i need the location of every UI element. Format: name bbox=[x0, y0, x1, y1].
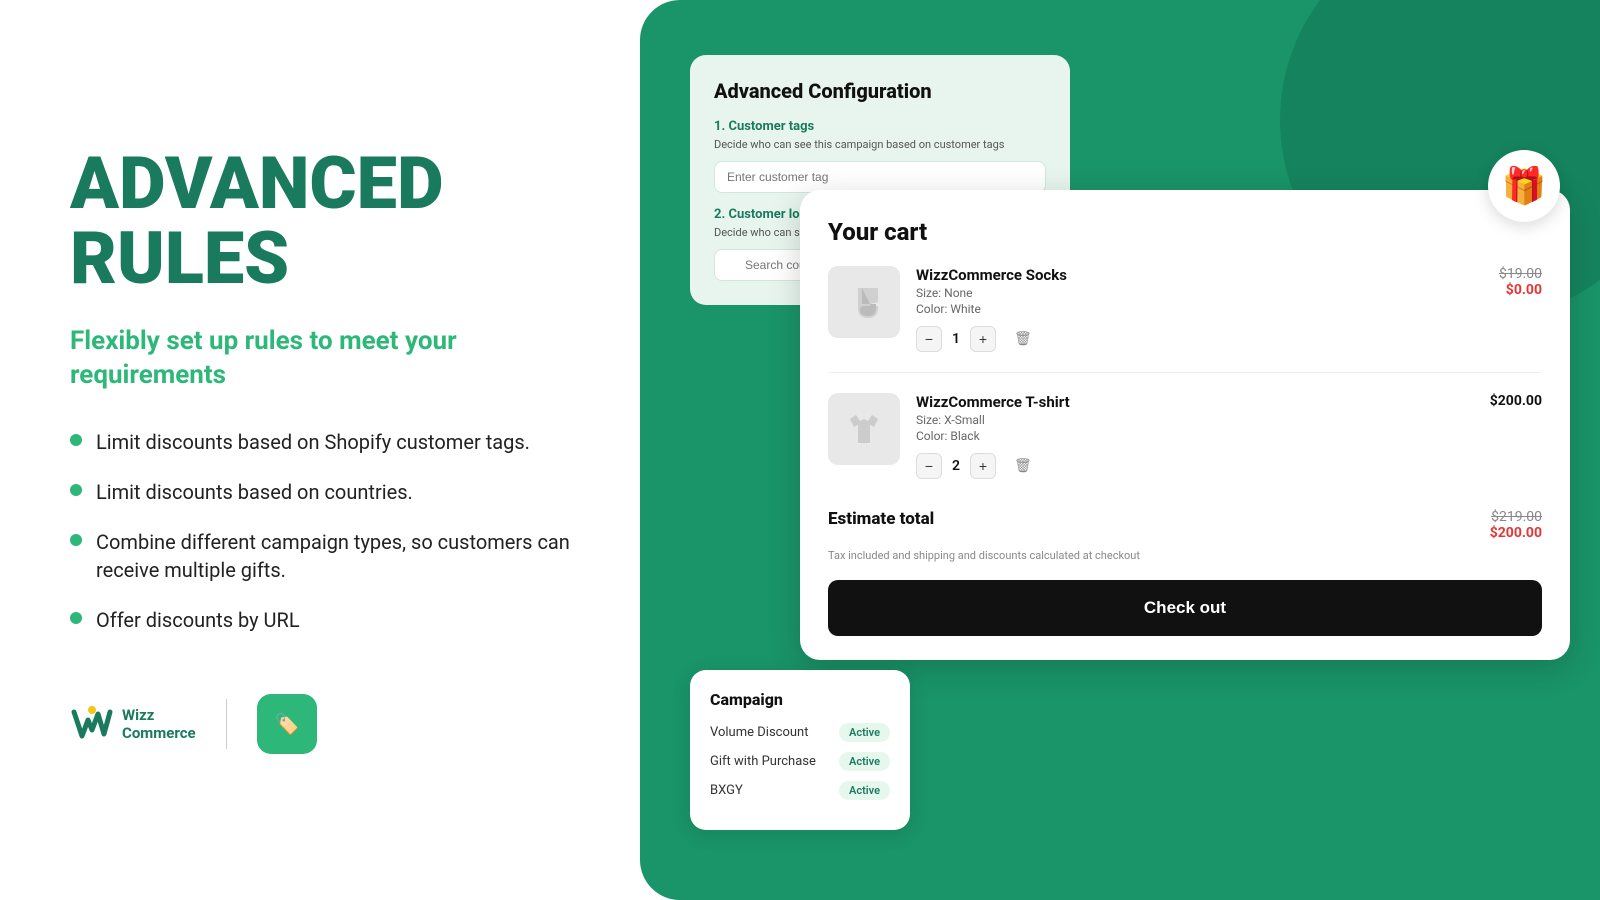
socks-name: WizzCommerce Socks bbox=[916, 266, 1483, 284]
app-icon: 🏷️ bbox=[257, 694, 317, 754]
tshirt-image bbox=[828, 393, 900, 465]
list-item: Limit discounts based on Shopify custome… bbox=[70, 428, 570, 456]
logos-section: Wizz Commerce 🏷️ bbox=[70, 694, 570, 754]
socks-size: Size: None bbox=[916, 286, 1483, 300]
tshirt-qty: − 2 + 🗑 bbox=[916, 453, 1474, 479]
campaign-card-title: Campaign bbox=[710, 690, 890, 709]
campaign-row-bxgy: BXGY Active bbox=[710, 781, 890, 800]
socks-qty: − 1 + 🗑 bbox=[916, 326, 1483, 352]
list-item: Offer discounts by URL bbox=[70, 606, 570, 634]
feature-list: Limit discounts based on Shopify custome… bbox=[70, 428, 570, 634]
socks-delete-icon[interactable]: 🗑 bbox=[1014, 331, 1032, 347]
bullet-dot bbox=[70, 534, 82, 546]
tshirt-name: WizzCommerce T-shirt bbox=[916, 393, 1474, 411]
wizzcommerce-logo: Wizz Commerce bbox=[70, 706, 196, 742]
tshirt-delete-icon[interactable]: 🗑 bbox=[1014, 458, 1032, 474]
cart-title: Your cart bbox=[828, 218, 1542, 246]
checkout-button[interactable]: Check out bbox=[828, 580, 1542, 636]
estimate-original: $219.00 bbox=[1490, 509, 1542, 525]
estimate-label: Estimate total bbox=[828, 509, 934, 529]
customer-tag-input[interactable] bbox=[714, 161, 1046, 193]
campaign-bxgy-status: Active bbox=[839, 781, 890, 800]
socks-discounted-price: $0.00 bbox=[1499, 282, 1542, 298]
tshirt-details: WizzCommerce T-shirt Size: X-Small Color… bbox=[916, 393, 1474, 479]
estimate-row: Estimate total $219.00 $200.00 bbox=[828, 509, 1542, 541]
socks-color: Color: White bbox=[916, 302, 1483, 316]
socks-qty-num: 1 bbox=[952, 331, 960, 347]
gift-icon-circle: 🎁 bbox=[1488, 150, 1560, 222]
campaign-volume-name: Volume Discount bbox=[710, 725, 808, 740]
tshirt-qty-minus[interactable]: − bbox=[916, 453, 942, 479]
subtitle: Flexibly set up rules to meet your requi… bbox=[70, 325, 570, 393]
cart-item-tshirt: WizzCommerce T-shirt Size: X-Small Color… bbox=[828, 393, 1542, 499]
socks-original-price: $19.00 bbox=[1499, 266, 1542, 282]
left-panel: ADVANCED RULES Flexibly set up rules to … bbox=[0, 86, 640, 815]
percent-tag-icon: 🏷️ bbox=[269, 706, 305, 742]
socks-price: $19.00 $0.00 bbox=[1499, 266, 1542, 298]
right-panel: Advanced Configuration 1. Customer tags … bbox=[640, 0, 1600, 900]
campaign-row-gwp: Gift with Purchase Active bbox=[710, 752, 890, 771]
customer-tags-title: 1. Customer tags bbox=[714, 119, 1046, 134]
customer-tags-desc: Decide who can see this campaign based o… bbox=[714, 138, 1046, 151]
list-item: Combine different campaign types, so cus… bbox=[70, 528, 570, 584]
wc-text: Wizz Commerce bbox=[122, 706, 196, 742]
tshirt-color: Color: Black bbox=[916, 429, 1474, 443]
socks-qty-minus[interactable]: − bbox=[916, 326, 942, 352]
campaign-bxgy-name: BXGY bbox=[710, 783, 743, 798]
campaign-gwp-status: Active bbox=[839, 752, 890, 771]
bullet-dot bbox=[70, 484, 82, 496]
cart-item-socks: WizzCommerce Socks Size: None Color: Whi… bbox=[828, 266, 1542, 373]
tshirt-qty-plus[interactable]: + bbox=[970, 453, 996, 479]
tshirt-price-value: $200.00 bbox=[1490, 393, 1542, 409]
tshirt-size: Size: X-Small bbox=[916, 413, 1474, 427]
config-card-title: Advanced Configuration bbox=[714, 79, 1046, 103]
campaign-row-volume: Volume Discount Active bbox=[710, 723, 890, 742]
socks-details: WizzCommerce Socks Size: None Color: Whi… bbox=[916, 266, 1483, 352]
list-item: Limit discounts based on countries. bbox=[70, 478, 570, 506]
svg-text:🏷️: 🏷️ bbox=[274, 712, 299, 736]
bullet-dot bbox=[70, 434, 82, 446]
tax-note: Tax included and shipping and discounts … bbox=[828, 549, 1542, 562]
tshirt-qty-num: 2 bbox=[952, 458, 960, 474]
socks-image bbox=[828, 266, 900, 338]
page-title: ADVANCED RULES bbox=[70, 146, 570, 297]
socks-qty-plus[interactable]: + bbox=[970, 326, 996, 352]
campaign-volume-status: Active bbox=[839, 723, 890, 742]
cart-card: Your cart WizzCommerce Socks Size: None … bbox=[800, 190, 1570, 660]
tshirt-price: $200.00 bbox=[1490, 393, 1542, 409]
socks-svg bbox=[840, 278, 888, 326]
wc-icon bbox=[70, 706, 114, 742]
campaign-card: Campaign Volume Discount Active Gift wit… bbox=[690, 670, 910, 830]
estimate-prices: $219.00 $200.00 bbox=[1490, 509, 1542, 541]
bullet-dot bbox=[70, 612, 82, 624]
logo-divider bbox=[226, 699, 227, 749]
estimate-discounted: $200.00 bbox=[1490, 525, 1542, 541]
campaign-gwp-name: Gift with Purchase bbox=[710, 754, 816, 769]
tshirt-svg bbox=[840, 405, 888, 453]
